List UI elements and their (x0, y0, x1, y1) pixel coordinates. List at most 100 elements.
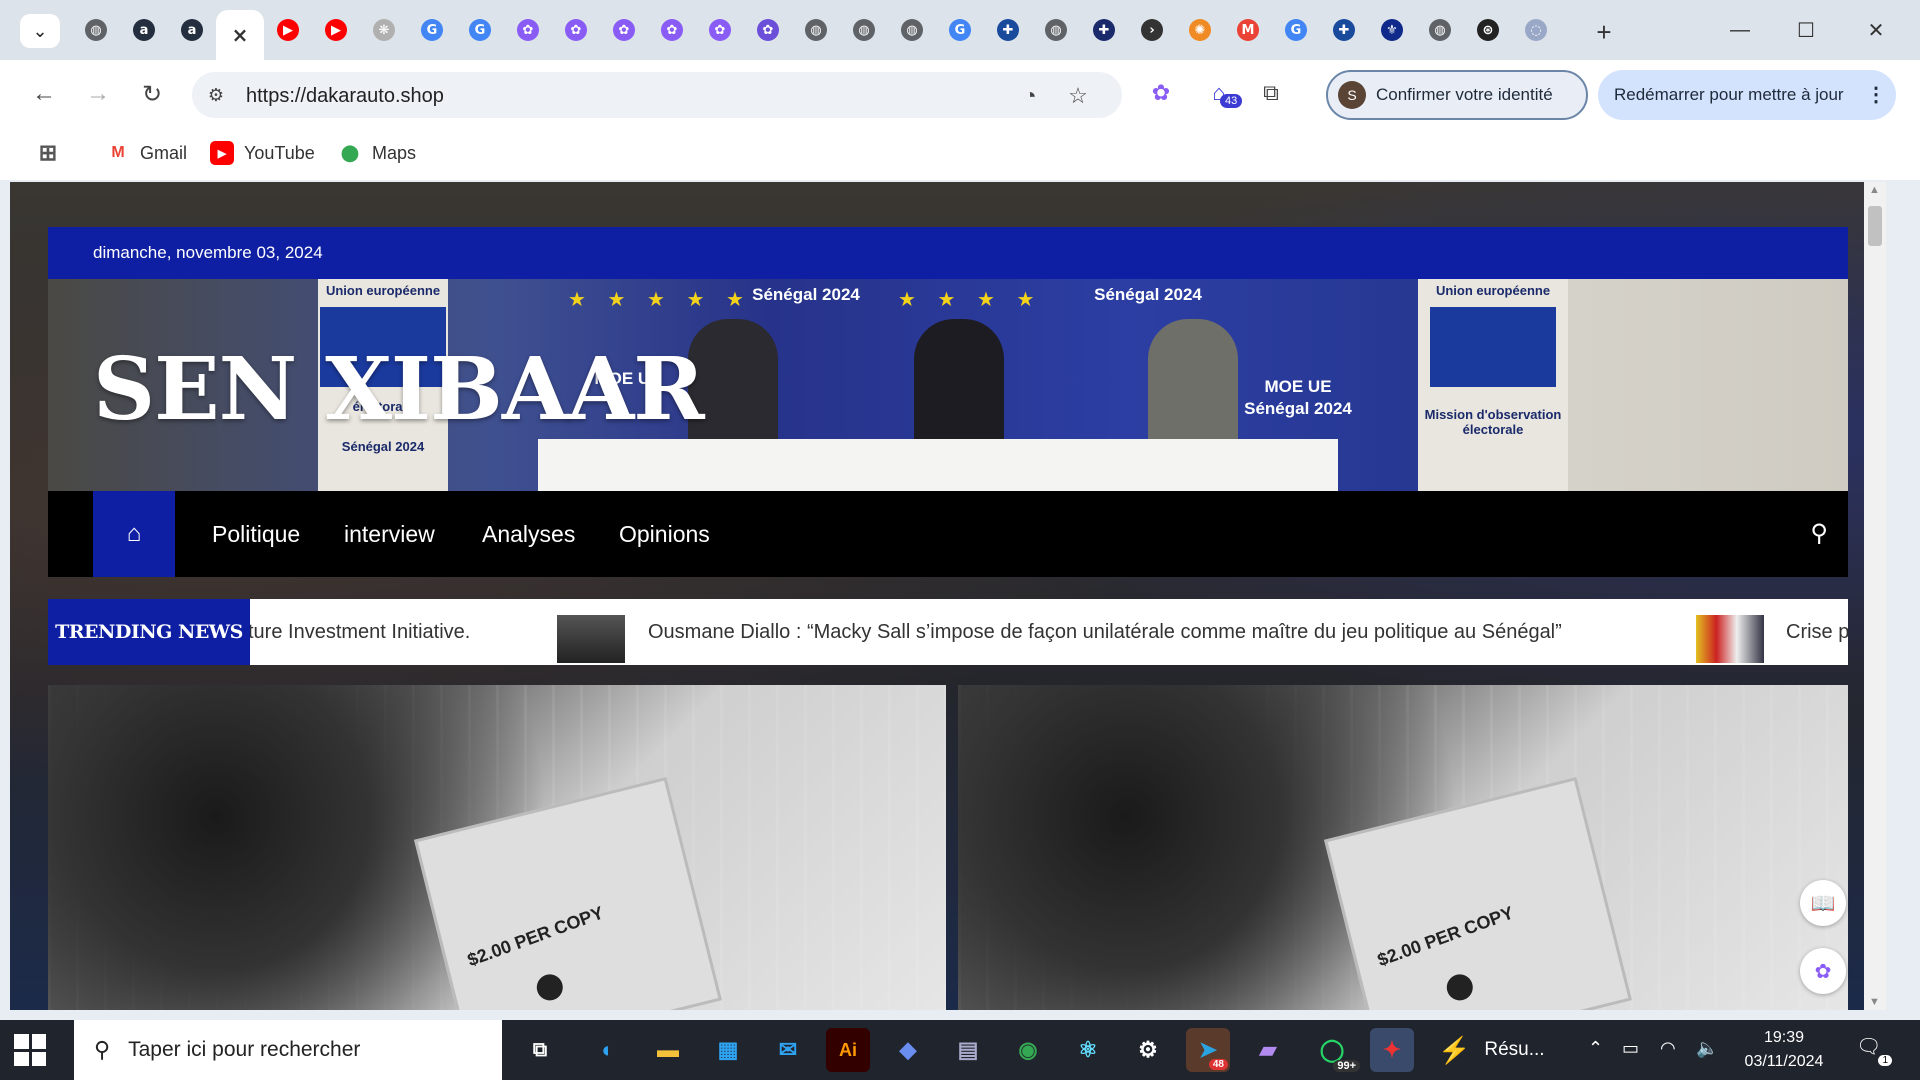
illustrator-icon[interactable]: Ai (826, 1028, 870, 1072)
app-icon[interactable]: ✦ (1370, 1028, 1414, 1072)
article-card-image[interactable]: $2.00 PER COPY (958, 685, 1848, 1010)
extension-mail-icon[interactable]: ⌂ 43 (1202, 76, 1243, 110)
address-bar[interactable]: ⚙ https://dakarauto.shop ◔ ☆ (192, 72, 1122, 118)
ticker-thumbnail[interactable] (557, 615, 625, 663)
mail-icon[interactable]: ✉ (766, 1028, 810, 1072)
browser-tab[interactable]: ✚ (1080, 10, 1128, 50)
apps-grid-icon[interactable]: ⊞ (36, 136, 70, 170)
bookmark-star-icon[interactable]: ☆ (1064, 82, 1092, 110)
clock[interactable]: 19:39 03/11/2024 (1734, 1026, 1834, 1074)
copilot-icon[interactable]: ◆ (886, 1028, 930, 1072)
nav-item-politique[interactable]: Politique (212, 521, 300, 548)
reload-button[interactable]: ↻ (132, 74, 172, 114)
bookmark-maps[interactable]: ⬤ Maps (338, 136, 416, 170)
clipchamp-icon[interactable]: ▰ (1246, 1028, 1290, 1072)
reading-mode-icon[interactable]: 📖 (1800, 880, 1846, 926)
browser-tab[interactable]: ✿ (744, 10, 792, 50)
edge-icon[interactable]: ◐ (586, 1028, 630, 1072)
browser-tab[interactable]: ✺ (1176, 10, 1224, 50)
scrollbar-thumb[interactable] (1868, 206, 1882, 246)
start-button[interactable] (14, 1034, 46, 1066)
site-info-icon[interactable]: ⚙ (204, 83, 228, 107)
react-icon[interactable]: ⚛ (1066, 1028, 1110, 1072)
browser-tab[interactable]: a (120, 10, 168, 50)
maximize-button[interactable]: ☐ (1786, 14, 1826, 46)
notifications-icon[interactable]: 🗨 1 (1856, 1034, 1892, 1066)
settings-gear-icon[interactable]: ⚙ (1126, 1028, 1170, 1072)
chrome-icon[interactable]: ◉ (1006, 1028, 1050, 1072)
browser-tab[interactable]: ◍ (888, 10, 936, 50)
browser-tab[interactable]: ⚜ (1368, 10, 1416, 50)
browser-tab[interactable]: a (168, 10, 216, 50)
page-scrollbar[interactable]: ▲ ▼ (1864, 182, 1886, 1010)
store-icon[interactable]: ▦ (706, 1028, 750, 1072)
tab-search-button[interactable]: ⌄ (20, 14, 60, 48)
search-icon[interactable]: ⚲ (1810, 519, 1828, 548)
search-icon: ⚲ (94, 1037, 111, 1062)
browser-tab[interactable]: ◍ (840, 10, 888, 50)
extensions-puzzle-icon[interactable]: ⧉ (1254, 76, 1288, 110)
nav-item-interview[interactable]: interview (344, 521, 435, 548)
browser-tab[interactable]: ◌ (1512, 10, 1560, 50)
browser-tab[interactable]: › (1128, 10, 1176, 50)
ticker-item[interactable]: ture Investment Initiative. (248, 621, 470, 644)
profile-verify-button[interactable]: S Confirmer votre identité (1326, 70, 1588, 120)
browser-tab[interactable]: ◍ (1416, 10, 1464, 50)
nav-home-button[interactable]: ⌂ (93, 491, 175, 577)
site-title[interactable]: SEN XIBAAR (93, 339, 705, 440)
browser-tab[interactable]: ◍ (792, 10, 840, 50)
browser-tab[interactable]: ✚ (984, 10, 1032, 50)
browser-tab[interactable]: M (1224, 10, 1272, 50)
browser-tab[interactable]: ✿ (648, 10, 696, 50)
browser-tab[interactable]: ▶ (264, 10, 312, 50)
ticker-item[interactable]: Crise p (1786, 621, 1848, 644)
browser-tab[interactable]: ✿ (600, 10, 648, 50)
browser-tab[interactable]: ▶ (312, 10, 360, 50)
more-menu-icon[interactable]: ⋮ (1866, 82, 1886, 107)
ticker-item[interactable]: Ousmane Diallo : “Macky Sall s’impose de… (648, 621, 1562, 644)
telegram-icon[interactable]: ➤ 48 (1186, 1028, 1230, 1072)
performance-icon[interactable]: ◔ (1016, 82, 1044, 110)
article-card-image[interactable]: $2.00 PER COPY (48, 685, 946, 1010)
back-button[interactable]: ← (24, 74, 64, 114)
minimize-button[interactable]: — (1720, 14, 1760, 46)
browser-tab[interactable]: G (1272, 10, 1320, 50)
volume-icon[interactable]: 🔈 (1696, 1038, 1718, 1059)
browser-tab[interactable]: G (408, 10, 456, 50)
browser-tab[interactable]: G (936, 10, 984, 50)
ticker-thumbnail[interactable] (1696, 615, 1764, 663)
copilot-floating-icon[interactable]: ✿ (1800, 948, 1846, 994)
browser-tab[interactable]: ◍ (72, 10, 120, 50)
bookmark-gmail[interactable]: M Gmail (106, 136, 187, 170)
tray-chevron-icon[interactable]: ⌃ (1588, 1038, 1603, 1059)
close-icon[interactable]: × (229, 23, 251, 47)
new-tab-button[interactable]: + (1586, 14, 1622, 50)
url-text[interactable]: https://dakarauto.shop (246, 85, 444, 108)
browser-tab[interactable]: ⊛ (1464, 10, 1512, 50)
whatsapp-icon[interactable]: ◯ 99+ (1310, 1028, 1360, 1072)
browser-tab[interactable]: ◍ (1032, 10, 1080, 50)
browser-tab[interactable]: ✿ (696, 10, 744, 50)
document-icon[interactable]: ▤ (946, 1028, 990, 1072)
taskbar-search-box[interactable]: ⚲ Taper ici pour rechercher (74, 1020, 502, 1080)
forward-button[interactable]: → (78, 74, 118, 114)
wifi-icon[interactable]: ◠ (1660, 1038, 1676, 1059)
scroll-up-icon[interactable]: ▲ (1869, 184, 1880, 196)
bookmark-youtube[interactable]: ▶ YouTube (210, 136, 315, 170)
scroll-down-icon[interactable]: ▼ (1869, 996, 1880, 1008)
browser-tab[interactable]: ✚ (1320, 10, 1368, 50)
browser-tab[interactable]: ✿ (504, 10, 552, 50)
close-window-button[interactable]: ✕ (1856, 14, 1896, 46)
browser-tab[interactable]: ✿ (552, 10, 600, 50)
nav-item-opinions[interactable]: Opinions (619, 521, 710, 548)
browser-tab[interactable]: ❋ (360, 10, 408, 50)
battery-icon[interactable]: ▭ (1622, 1038, 1639, 1059)
copilot-extension-icon[interactable]: ✿ (1144, 76, 1178, 110)
file-explorer-icon[interactable]: ▬ (646, 1028, 690, 1072)
browser-tab[interactable]: G (456, 10, 504, 50)
nav-item-analyses[interactable]: Analyses (482, 521, 575, 548)
resume-app[interactable]: ⚡ Résu... (1438, 1028, 1568, 1072)
restart-update-button[interactable]: Redémarrer pour mettre à jour ⋮ (1598, 70, 1896, 120)
task-view-icon[interactable]: ⧉ (518, 1028, 562, 1072)
tab-active[interactable]: × (216, 10, 264, 60)
